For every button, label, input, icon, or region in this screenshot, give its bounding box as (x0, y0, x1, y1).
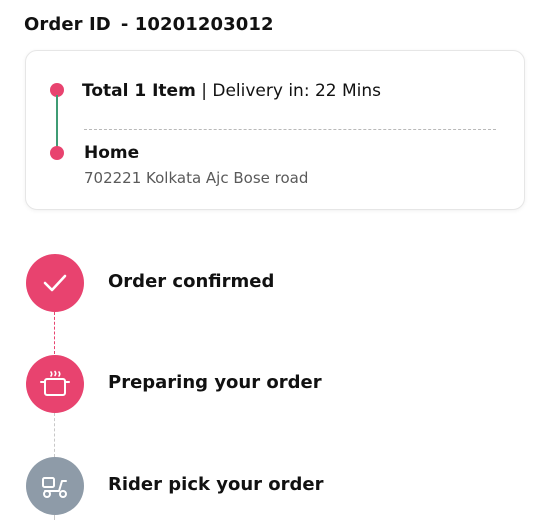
step-connector (54, 413, 55, 457)
step-label: Rider pick your order (108, 474, 324, 495)
destination-dot-icon (50, 146, 64, 160)
order-id-label: Order ID (24, 14, 111, 35)
address-title: Home (84, 143, 140, 163)
check-icon (43, 274, 67, 292)
cooking-pot-icon (40, 370, 70, 396)
step-status-circle (26, 457, 84, 515)
order-id-heading: Order ID - 10201203012 (24, 14, 274, 35)
step-connector (54, 312, 55, 354)
step-rider-pickup: Rider pick your order (26, 457, 526, 515)
divider (84, 129, 496, 130)
address-line: 702221 Kolkata Ajc Bose road (84, 169, 309, 187)
step-status-circle (26, 254, 84, 312)
item-count: Total 1 Item (82, 81, 196, 101)
step-label: Preparing your order (108, 372, 322, 393)
step-preparing-order: Preparing your order (26, 355, 526, 413)
summary-separator: | (195, 81, 213, 101)
step-connector (54, 515, 55, 520)
delivery-eta: Delivery in: 22 Mins (212, 81, 382, 101)
order-id-value: - 10201203012 (120, 14, 274, 35)
step-status-circle (26, 355, 84, 413)
route-line (56, 95, 58, 147)
order-summary-line: Total 1 Item | Delivery in: 22 Mins (82, 81, 381, 101)
step-label: Order confirmed (108, 271, 275, 292)
step-order-confirmed: Order confirmed (26, 254, 526, 312)
order-summary-card: Total 1 Item | Delivery in: 22 Mins Home… (25, 50, 525, 210)
scooter-icon (42, 477, 67, 498)
